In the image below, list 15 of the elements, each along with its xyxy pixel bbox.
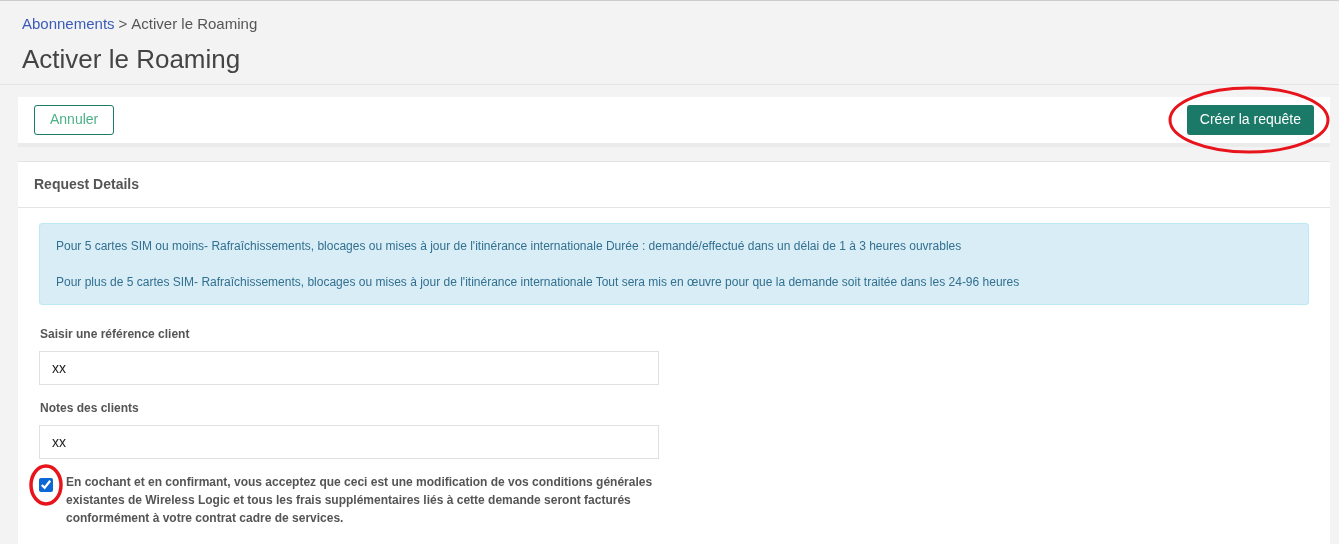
info-text: Pour 5 cartes SIM ou moins- Rafraîchissements, blocages ou mises à jour de l'itinérance internationale Durée : demandé/effectué dans un délai de 1 à 3 heures ouvrables	[56, 237, 963, 254]
field-label: Notes des clients	[39, 399, 140, 417]
info-text: Pour plus de 5 cartes SIM- Rafraîchissements, blocages ou mises à jour de l'itinérance internationale Tout sera mis en œuvre pour que la demande soit traitée dans les 24-96 heures	[56, 273, 1021, 290]
text-field[interactable]: xx	[39, 424, 659, 459]
page-title: Activer le Roaming	[22, 42, 242, 76]
field-label: Saisir une référence client	[39, 325, 191, 343]
consent-checkbox[interactable]	[39, 477, 53, 492]
panel-title: Request Details	[34, 174, 140, 194]
breadcrumb-link[interactable]: Abonnements	[22, 13, 115, 36]
breadcrumb-separator: >	[118, 14, 128, 34]
create-request-button[interactable]: Créer la requête	[1186, 104, 1314, 135]
annotation-ellipse	[29, 462, 63, 507]
text-field[interactable]: xx	[39, 350, 659, 385]
consent-text: En cochant et en confirmant, vous acceptez que ceci est une modification de vos conditions générales existantes de Wireless Logic et tous les frais supplémentaires liés à cette demande seront facturés conformément à votre contrat cadre de services.	[66, 473, 654, 527]
breadcrumb-current: Activer le Roaming	[131, 14, 258, 34]
